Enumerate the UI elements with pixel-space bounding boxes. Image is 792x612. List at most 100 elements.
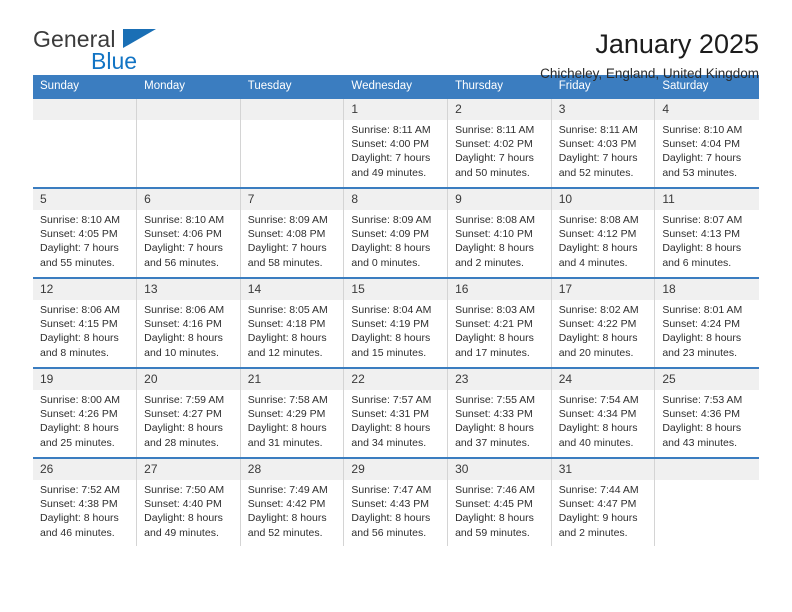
day-sun-info bbox=[137, 120, 240, 123]
calendar-day-cell[interactable]: 12 Sunrise: 8:06 AM Sunset: 4:15 PM Dayligh… bbox=[33, 277, 138, 368]
calendar-day-cell[interactable]: 8 Sunrise: 8:09 AM Sunset: 4:09 PM Daylight… bbox=[343, 187, 449, 278]
daylight-duration-line2: and 58 minutes. bbox=[247, 256, 323, 269]
calendar-day-cell[interactable]: 19 Sunrise: 8:00 AM Sunset: 4:26 PM Dayligh… bbox=[33, 367, 138, 458]
daylight-duration-line1: Daylight: 8 hours bbox=[558, 422, 638, 435]
day-number: 15 bbox=[344, 279, 448, 300]
day-cell-content: 6 Sunrise: 8:10 AM Sunset: 4:06 PM Daylight… bbox=[137, 189, 240, 277]
calendar-day-cell[interactable]: 23 Sunrise: 7:55 AM Sunset: 4:33 PM Dayligh… bbox=[447, 367, 552, 458]
daylight-duration-line1: Daylight: 9 hours bbox=[558, 512, 638, 525]
calendar-day-cell[interactable]: 24 Sunrise: 7:54 AM Sunset: 4:34 PM Dayligh… bbox=[551, 367, 656, 458]
day-number: 23 bbox=[448, 369, 551, 390]
daylight-duration-line1: Daylight: 8 hours bbox=[455, 422, 534, 435]
daylight-duration-line1: Daylight: 8 hours bbox=[40, 422, 119, 435]
sunrise-time: Sunrise: 8:01 AM bbox=[662, 304, 743, 316]
sunrise-time: Sunrise: 7:50 AM bbox=[144, 484, 225, 496]
daylight-duration-line2: and 40 minutes. bbox=[558, 436, 634, 449]
calendar-day-cell[interactable]: 9 Sunrise: 8:08 AM Sunset: 4:10 PM Daylight… bbox=[447, 187, 552, 278]
calendar-day-cell[interactable]: 5 Sunrise: 8:10 AM Sunset: 4:05 PM Daylight… bbox=[33, 187, 138, 278]
calendar-day-cell[interactable]: 22 Sunrise: 7:57 AM Sunset: 4:31 PM Dayligh… bbox=[343, 367, 449, 458]
daylight-duration-line1: Daylight: 8 hours bbox=[247, 512, 327, 525]
daylight-duration-line1: Daylight: 7 hours bbox=[662, 152, 742, 165]
weekday-header-wednesday: Wednesday bbox=[343, 75, 449, 98]
day-sun-info: Sunrise: 8:04 AM Sunset: 4:19 PM Daylight:… bbox=[344, 300, 447, 360]
calendar-body: 1 Sunrise: 8:11 AM Sunset: 4:00 PM Daylight… bbox=[33, 97, 759, 546]
calendar-day-cell[interactable]: 26 Sunrise: 7:52 AM Sunset: 4:38 PM Dayligh… bbox=[33, 457, 138, 546]
day-cell-content: 28 Sunrise: 7:49 AM Sunset: 4:42 PM Dayligh… bbox=[240, 459, 344, 546]
day-sun-info: Sunrise: 7:52 AM Sunset: 4:38 PM Daylight:… bbox=[33, 480, 136, 540]
day-cell-content: 7 Sunrise: 8:09 AM Sunset: 4:08 PM Daylight… bbox=[240, 189, 344, 277]
title-block: January 2025 Chicheley, England, United … bbox=[540, 28, 759, 81]
day-cell-content: 22 Sunrise: 7:57 AM Sunset: 4:31 PM Dayligh… bbox=[344, 369, 448, 457]
day-sun-info bbox=[33, 120, 136, 123]
day-cell-content bbox=[655, 459, 759, 546]
daylight-duration-line2: and 6 minutes. bbox=[662, 256, 732, 269]
day-number: 14 bbox=[240, 279, 344, 300]
daylight-duration-line2: and 4 minutes. bbox=[558, 256, 628, 269]
calendar-day-cell[interactable]: 16 Sunrise: 8:03 AM Sunset: 4:21 PM Dayligh… bbox=[447, 277, 552, 368]
calendar-day-cell[interactable]: 10 Sunrise: 8:08 AM Sunset: 4:12 PM Dayligh… bbox=[551, 187, 656, 278]
calendar-day-cell[interactable]: 29 Sunrise: 7:47 AM Sunset: 4:43 PM Dayligh… bbox=[343, 457, 449, 546]
calendar-day-cell[interactable]: 20 Sunrise: 7:59 AM Sunset: 4:27 PM Dayligh… bbox=[136, 367, 241, 458]
daylight-duration-line2: and 28 minutes. bbox=[144, 436, 219, 449]
daylight-duration-line1: Daylight: 7 hours bbox=[40, 242, 119, 255]
calendar-day-cell[interactable]: 13 Sunrise: 8:06 AM Sunset: 4:16 PM Dayligh… bbox=[136, 277, 241, 368]
day-sun-info: Sunrise: 7:58 AM Sunset: 4:29 PM Daylight:… bbox=[241, 390, 344, 450]
day-sun-info: Sunrise: 8:09 AM Sunset: 4:08 PM Daylight:… bbox=[241, 210, 344, 270]
calendar-day-cell[interactable]: 14 Sunrise: 8:05 AM Sunset: 4:18 PM Dayligh… bbox=[240, 277, 345, 368]
sunset-time: Sunset: 4:36 PM bbox=[662, 408, 740, 421]
calendar-day-cell[interactable]: 17 Sunrise: 8:02 AM Sunset: 4:22 PM Dayligh… bbox=[551, 277, 656, 368]
sunset-time: Sunset: 4:42 PM bbox=[247, 498, 326, 511]
calendar-day-cell[interactable]: 1 Sunrise: 8:11 AM Sunset: 4:00 PM Daylight… bbox=[343, 97, 449, 188]
sunrise-time: Sunrise: 8:09 AM bbox=[247, 214, 328, 226]
day-cell-content: 1 Sunrise: 8:11 AM Sunset: 4:00 PM Daylight… bbox=[344, 99, 448, 187]
daylight-duration-line1: Daylight: 8 hours bbox=[455, 332, 534, 345]
daylight-duration-line1: Daylight: 7 hours bbox=[351, 152, 431, 165]
day-number bbox=[240, 99, 344, 120]
calendar-day-cell[interactable]: 7 Sunrise: 8:09 AM Sunset: 4:08 PM Daylight… bbox=[240, 187, 345, 278]
daylight-duration-line1: Daylight: 7 hours bbox=[247, 242, 327, 255]
sunset-time: Sunset: 4:38 PM bbox=[40, 498, 118, 511]
day-number: 21 bbox=[240, 369, 344, 390]
sunrise-time: Sunrise: 7:49 AM bbox=[247, 484, 328, 496]
calendar-day-cell[interactable]: 4 Sunrise: 8:10 AM Sunset: 4:04 PM Daylight… bbox=[654, 97, 759, 188]
calendar-day-cell[interactable]: 11 Sunrise: 8:07 AM Sunset: 4:13 PM Dayligh… bbox=[654, 187, 759, 278]
day-cell-content: 5 Sunrise: 8:10 AM Sunset: 4:05 PM Daylight… bbox=[33, 189, 137, 277]
calendar-day-cell[interactable]: 3 Sunrise: 8:11 AM Sunset: 4:03 PM Daylight… bbox=[551, 97, 656, 188]
sunset-time: Sunset: 4:06 PM bbox=[144, 228, 222, 241]
calendar-day-cell[interactable]: 18 Sunrise: 8:01 AM Sunset: 4:24 PM Dayligh… bbox=[654, 277, 759, 368]
daylight-duration-line2: and 37 minutes. bbox=[455, 436, 530, 449]
calendar-day-cell[interactable]: 28 Sunrise: 7:49 AM Sunset: 4:42 PM Dayligh… bbox=[240, 457, 345, 546]
day-cell-content: 9 Sunrise: 8:08 AM Sunset: 4:10 PM Daylight… bbox=[448, 189, 551, 277]
calendar-day-cell[interactable]: 15 Sunrise: 8:04 AM Sunset: 4:19 PM Dayligh… bbox=[343, 277, 449, 368]
day-cell-content: 23 Sunrise: 7:55 AM Sunset: 4:33 PM Dayligh… bbox=[448, 369, 551, 457]
day-cell-content: 30 Sunrise: 7:46 AM Sunset: 4:45 PM Dayligh… bbox=[448, 459, 551, 546]
sunset-time: Sunset: 4:40 PM bbox=[144, 498, 222, 511]
calendar-day-cell[interactable]: 25 Sunrise: 7:53 AM Sunset: 4:36 PM Dayligh… bbox=[654, 367, 759, 458]
sunrise-time: Sunrise: 7:44 AM bbox=[558, 484, 639, 496]
day-number: 20 bbox=[137, 369, 240, 390]
daylight-duration-line2: and 2 minutes. bbox=[558, 526, 628, 539]
day-cell-content: 19 Sunrise: 8:00 AM Sunset: 4:26 PM Dayligh… bbox=[33, 369, 137, 457]
general-blue-logo[interactable]: General Blue bbox=[33, 28, 213, 82]
calendar-day-cell-empty bbox=[136, 97, 241, 188]
daylight-duration-line1: Daylight: 8 hours bbox=[247, 332, 327, 345]
calendar-day-cell[interactable]: 2 Sunrise: 8:11 AM Sunset: 4:02 PM Daylight… bbox=[447, 97, 552, 188]
day-sun-info: Sunrise: 8:07 AM Sunset: 4:13 PM Daylight:… bbox=[655, 210, 758, 270]
calendar-day-cell[interactable]: 27 Sunrise: 7:50 AM Sunset: 4:40 PM Dayligh… bbox=[136, 457, 241, 546]
day-sun-info: Sunrise: 8:11 AM Sunset: 4:00 PM Daylight:… bbox=[344, 120, 447, 180]
daylight-duration-line1: Daylight: 8 hours bbox=[662, 422, 742, 435]
sunrise-time: Sunrise: 7:52 AM bbox=[40, 484, 120, 496]
calendar-day-cell[interactable]: 30 Sunrise: 7:46 AM Sunset: 4:45 PM Dayligh… bbox=[447, 457, 552, 546]
calendar-day-cell[interactable]: 21 Sunrise: 7:58 AM Sunset: 4:29 PM Dayligh… bbox=[240, 367, 345, 458]
day-cell-content: 14 Sunrise: 8:05 AM Sunset: 4:18 PM Dayligh… bbox=[240, 279, 344, 367]
daylight-duration-line1: Daylight: 8 hours bbox=[662, 242, 742, 255]
calendar-day-cell[interactable]: 31 Sunrise: 7:44 AM Sunset: 4:47 PM Dayligh… bbox=[551, 457, 656, 546]
daylight-duration-line1: Daylight: 7 hours bbox=[455, 152, 534, 165]
calendar-week-row: 5 Sunrise: 8:10 AM Sunset: 4:05 PM Daylight… bbox=[33, 187, 759, 278]
day-number: 1 bbox=[344, 99, 448, 120]
sunset-time: Sunset: 4:10 PM bbox=[455, 228, 533, 241]
day-sun-info: Sunrise: 7:54 AM Sunset: 4:34 PM Daylight:… bbox=[552, 390, 655, 450]
sunrise-time: Sunrise: 7:54 AM bbox=[558, 394, 639, 406]
calendar-day-cell[interactable]: 6 Sunrise: 8:10 AM Sunset: 4:06 PM Daylight… bbox=[136, 187, 241, 278]
day-number: 7 bbox=[240, 189, 344, 210]
